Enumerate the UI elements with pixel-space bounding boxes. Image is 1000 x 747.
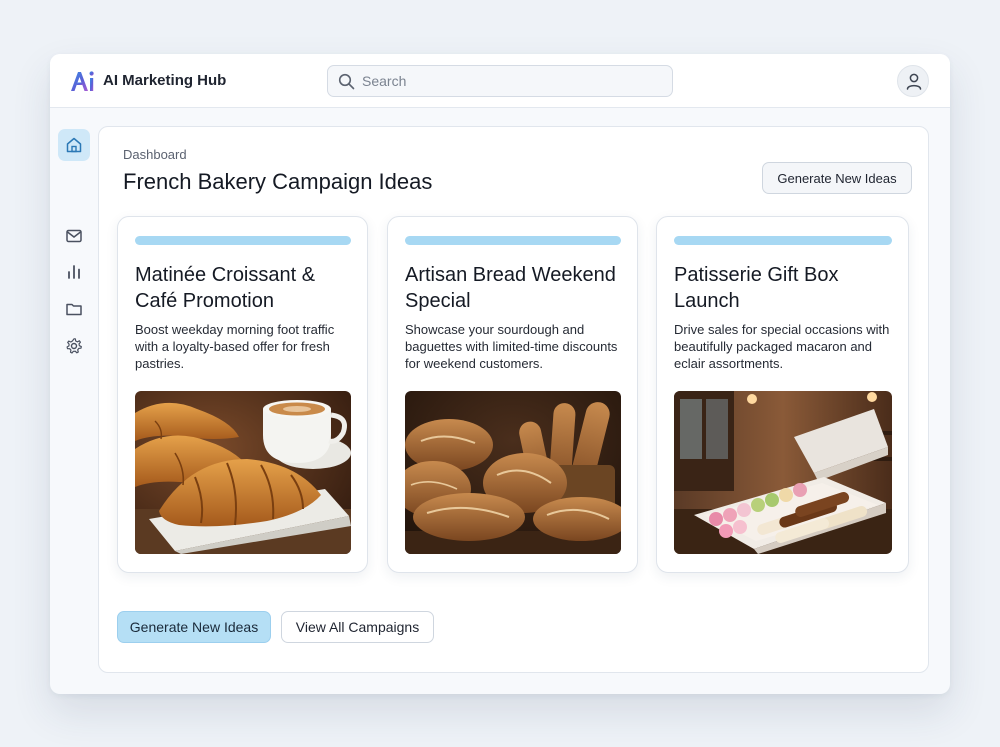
sidebar-item-campaigns[interactable] (58, 220, 90, 252)
ai-logo-icon (71, 71, 94, 91)
card-description: Drive sales for special occasions with b… (674, 322, 890, 371)
card-title: Patisserie Gift Box Launch (674, 264, 839, 312)
breadcrumb: Dashboard (123, 147, 187, 162)
card-accent-bar (405, 236, 621, 245)
card-accent-bar (135, 236, 351, 245)
search-input[interactable] (362, 66, 662, 96)
sidebar-item-settings[interactable] (58, 330, 90, 362)
card-description: Boost weekday morning foot traffic with … (135, 322, 335, 371)
user-icon (906, 73, 922, 90)
gift-box-image (674, 391, 892, 554)
folder-icon (66, 303, 82, 316)
view-all-campaigns-button[interactable]: View All Campaigns (281, 611, 434, 643)
app-window: AI Marketing Hub Search Dashboard French… (50, 54, 950, 694)
card-title: Artisan Bread Weekend Special (405, 264, 616, 312)
campaign-card[interactable]: Matinée Croissant & Café Promotion Boost… (117, 216, 368, 573)
generate-ideas-button[interactable]: Generate New Ideas (117, 611, 271, 643)
chart-icon (68, 265, 80, 279)
user-avatar-button[interactable] (897, 65, 929, 97)
mail-icon (66, 229, 82, 243)
sidebar-item-analytics[interactable] (58, 256, 90, 288)
main-panel: Dashboard French Bakery Campaign Ideas G… (98, 126, 929, 673)
search-icon (338, 73, 355, 90)
card-accent-bar (674, 236, 892, 245)
sidebar (50, 108, 98, 694)
croissant-coffee-image (135, 391, 351, 554)
card-description: Showcase your sourdough and baguettes wi… (405, 322, 618, 371)
home-icon (66, 137, 82, 153)
card-title: Matinée Croissant & Café Promotion (135, 264, 316, 312)
campaign-card[interactable]: Patisserie Gift Box Launch Drive sales f… (656, 216, 909, 573)
campaign-card[interactable]: Artisan Bread Weekend Special Showcase y… (387, 216, 638, 573)
sidebar-item-files[interactable] (58, 293, 90, 325)
gear-icon (66, 338, 82, 354)
search-bar[interactable] (327, 65, 673, 97)
page-title: French Bakery Campaign Ideas (123, 169, 433, 194)
generate-ideas-top-button[interactable]: Generate New Ideas (762, 162, 912, 194)
sidebar-item-home[interactable] (58, 129, 90, 161)
top-bar: AI Marketing Hub (50, 54, 950, 108)
app-title: AI Marketing Hub (103, 72, 227, 89)
artisan-bread-image (405, 391, 621, 554)
